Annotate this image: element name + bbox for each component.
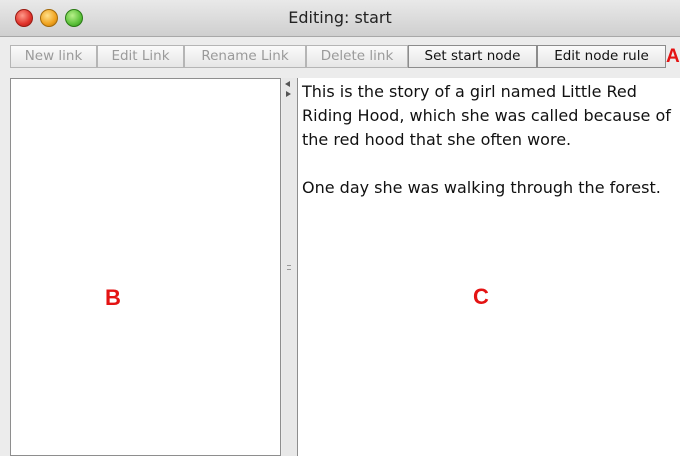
split-pane-divider[interactable]	[282, 78, 297, 456]
annotation-label-c: C	[473, 284, 489, 309]
node-text-editor[interactable]: This is the story of a girl named Little…	[297, 78, 680, 456]
annotation-label-b: B	[105, 285, 121, 310]
title-bar: Editing: start	[0, 0, 680, 37]
delete-link-button[interactable]: Delete link	[306, 45, 408, 68]
divider-grip-icon	[287, 265, 291, 270]
editor-window: Editing: start New link Edit Link Rename…	[0, 0, 680, 456]
links-list-pane[interactable]: B	[10, 78, 281, 456]
window-title: Editing: start	[288, 8, 392, 27]
toolbar: New link Edit Link Rename Link Delete li…	[0, 36, 680, 76]
set-start-node-button[interactable]: Set start node	[408, 45, 537, 68]
collapse-right-arrow-icon[interactable]	[286, 91, 291, 97]
rename-link-button[interactable]: Rename Link	[184, 45, 306, 68]
annotation-label-a: A	[666, 46, 680, 67]
text-paragraph: This is the story of a girl named Little…	[302, 82, 671, 149]
edit-node-rule-button[interactable]: Edit node rule	[537, 45, 666, 68]
collapse-left-arrow-icon[interactable]	[285, 81, 290, 87]
node-text-content[interactable]: This is the story of a girl named Little…	[298, 78, 680, 200]
edit-link-button[interactable]: Edit Link	[97, 45, 184, 68]
text-paragraph: One day she was walking through the fore…	[302, 178, 661, 197]
new-link-button[interactable]: New link	[10, 45, 97, 68]
